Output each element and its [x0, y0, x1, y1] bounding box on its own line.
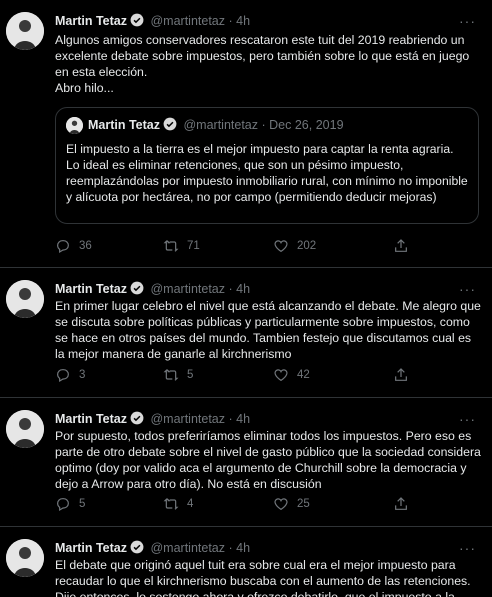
author-handle[interactable]: @martintetaz	[150, 14, 225, 28]
tweet-text: Algunos amigos conservadores rescataron …	[55, 33, 470, 95]
share-button[interactable]	[393, 238, 409, 254]
like-count: 42	[297, 369, 310, 381]
reply-icon	[57, 240, 69, 254]
reply-count: 3	[79, 369, 86, 381]
share-icon	[395, 239, 407, 252]
timestamp[interactable]: 4h	[236, 282, 250, 296]
retweet-button[interactable]: 5	[163, 367, 193, 383]
retweet-count: 71	[187, 240, 200, 252]
quoted-date: Dec 26, 2019	[269, 118, 344, 132]
avatar	[66, 117, 83, 134]
author-handle[interactable]: @martintetaz	[150, 541, 225, 555]
like-button[interactable]: 42	[273, 367, 310, 383]
retweet-button[interactable]: 4	[163, 496, 193, 512]
verified-badge-icon	[130, 13, 144, 32]
reply-icon	[57, 369, 69, 383]
tweet-text: Por supuesto, todos preferiríamos elimin…	[55, 429, 481, 491]
separator-dot: ·	[261, 118, 266, 132]
share-icon	[395, 497, 407, 510]
heart-icon	[274, 498, 288, 511]
avatar[interactable]	[6, 410, 44, 448]
avatar[interactable]	[6, 12, 44, 50]
tweet-actions: 36 71 202	[55, 238, 415, 254]
tweet-text: El debate que originó aquel tuit era sob…	[55, 558, 471, 597]
tweet[interactable]: Martin Tetaz @martintetaz · 4h ··· Algun…	[0, 0, 492, 268]
retweet-icon	[163, 498, 179, 510]
timestamp[interactable]: 4h	[236, 412, 250, 426]
retweet-count: 5	[187, 369, 194, 381]
retweet-icon	[163, 369, 179, 381]
separator-dot: ·	[228, 282, 233, 296]
tweet[interactable]: Martin Tetaz @martintetaz · 4h ··· El de…	[0, 527, 492, 597]
like-button[interactable]: 25	[273, 496, 310, 512]
author-name[interactable]: Martin Tetaz	[55, 14, 127, 28]
reply-button[interactable]: 5	[55, 496, 85, 512]
more-options-icon[interactable]: ···	[459, 539, 476, 557]
quoted-tweet[interactable]: Martin Tetaz @martintetaz · Dec 26, 2019…	[55, 107, 479, 224]
more-options-icon[interactable]: ···	[459, 410, 476, 428]
share-button[interactable]	[393, 496, 409, 512]
more-options-icon[interactable]: ···	[459, 280, 476, 298]
quoted-tweet-text: El impuesto a la tierra es el mejor impu…	[66, 142, 468, 204]
author-name[interactable]: Martin Tetaz	[55, 282, 127, 296]
tweet-actions: 3 5 42	[55, 367, 415, 383]
share-button[interactable]	[393, 367, 409, 383]
tweet-header: Martin Tetaz @martintetaz · 4h ···	[55, 539, 482, 557]
avatar[interactable]	[6, 280, 44, 318]
tweet-text: En primer lugar celebro el nivel que est…	[55, 299, 481, 361]
separator-dot: ·	[228, 541, 233, 555]
timestamp[interactable]: 4h	[236, 541, 250, 555]
reply-button[interactable]: 3	[55, 367, 85, 383]
author-handle[interactable]: @martintetaz	[150, 412, 225, 426]
quoted-tweet-header: Martin Tetaz @martintetaz · Dec 26, 2019	[88, 117, 344, 136]
author-name[interactable]: Martin Tetaz	[55, 541, 127, 555]
author-handle[interactable]: @martintetaz	[150, 282, 225, 296]
like-button[interactable]: 202	[273, 238, 316, 254]
timestamp[interactable]: 4h	[236, 14, 250, 28]
share-icon	[395, 368, 407, 381]
heart-icon	[274, 240, 288, 253]
heart-icon	[274, 369, 288, 382]
more-options-icon[interactable]: ···	[459, 12, 476, 30]
tweet[interactable]: Martin Tetaz @martintetaz · 4h ··· Por s…	[0, 398, 492, 527]
like-count: 202	[297, 240, 317, 252]
retweet-button[interactable]: 71	[163, 238, 200, 254]
like-count: 25	[297, 498, 310, 510]
reply-icon	[57, 498, 69, 512]
tweet[interactable]: Martin Tetaz @martintetaz · 4h ··· En pr…	[0, 268, 492, 398]
retweet-icon	[163, 240, 179, 252]
reply-count: 36	[79, 240, 92, 252]
tweet-header: Martin Tetaz @martintetaz · 4h ···	[55, 280, 482, 298]
tweet-header: Martin Tetaz @martintetaz · 4h ···	[55, 410, 482, 428]
separator-dot: ·	[228, 412, 233, 426]
tweet-header: Martin Tetaz @martintetaz · 4h ···	[55, 12, 482, 30]
author-name[interactable]: Martin Tetaz	[55, 412, 127, 426]
reply-button[interactable]: 36	[55, 238, 92, 254]
retweet-count: 4	[187, 498, 194, 510]
verified-badge-icon	[163, 117, 177, 136]
separator-dot: ·	[228, 14, 233, 28]
reply-count: 5	[79, 498, 86, 510]
quoted-author-name: Martin Tetaz	[88, 118, 160, 132]
tweet-actions: 5 4 25	[55, 496, 415, 512]
timeline-feed: Martin Tetaz @martintetaz · 4h ··· Algun…	[0, 0, 492, 597]
quoted-author-handle: @martintetaz	[183, 118, 259, 132]
avatar[interactable]	[6, 539, 44, 577]
